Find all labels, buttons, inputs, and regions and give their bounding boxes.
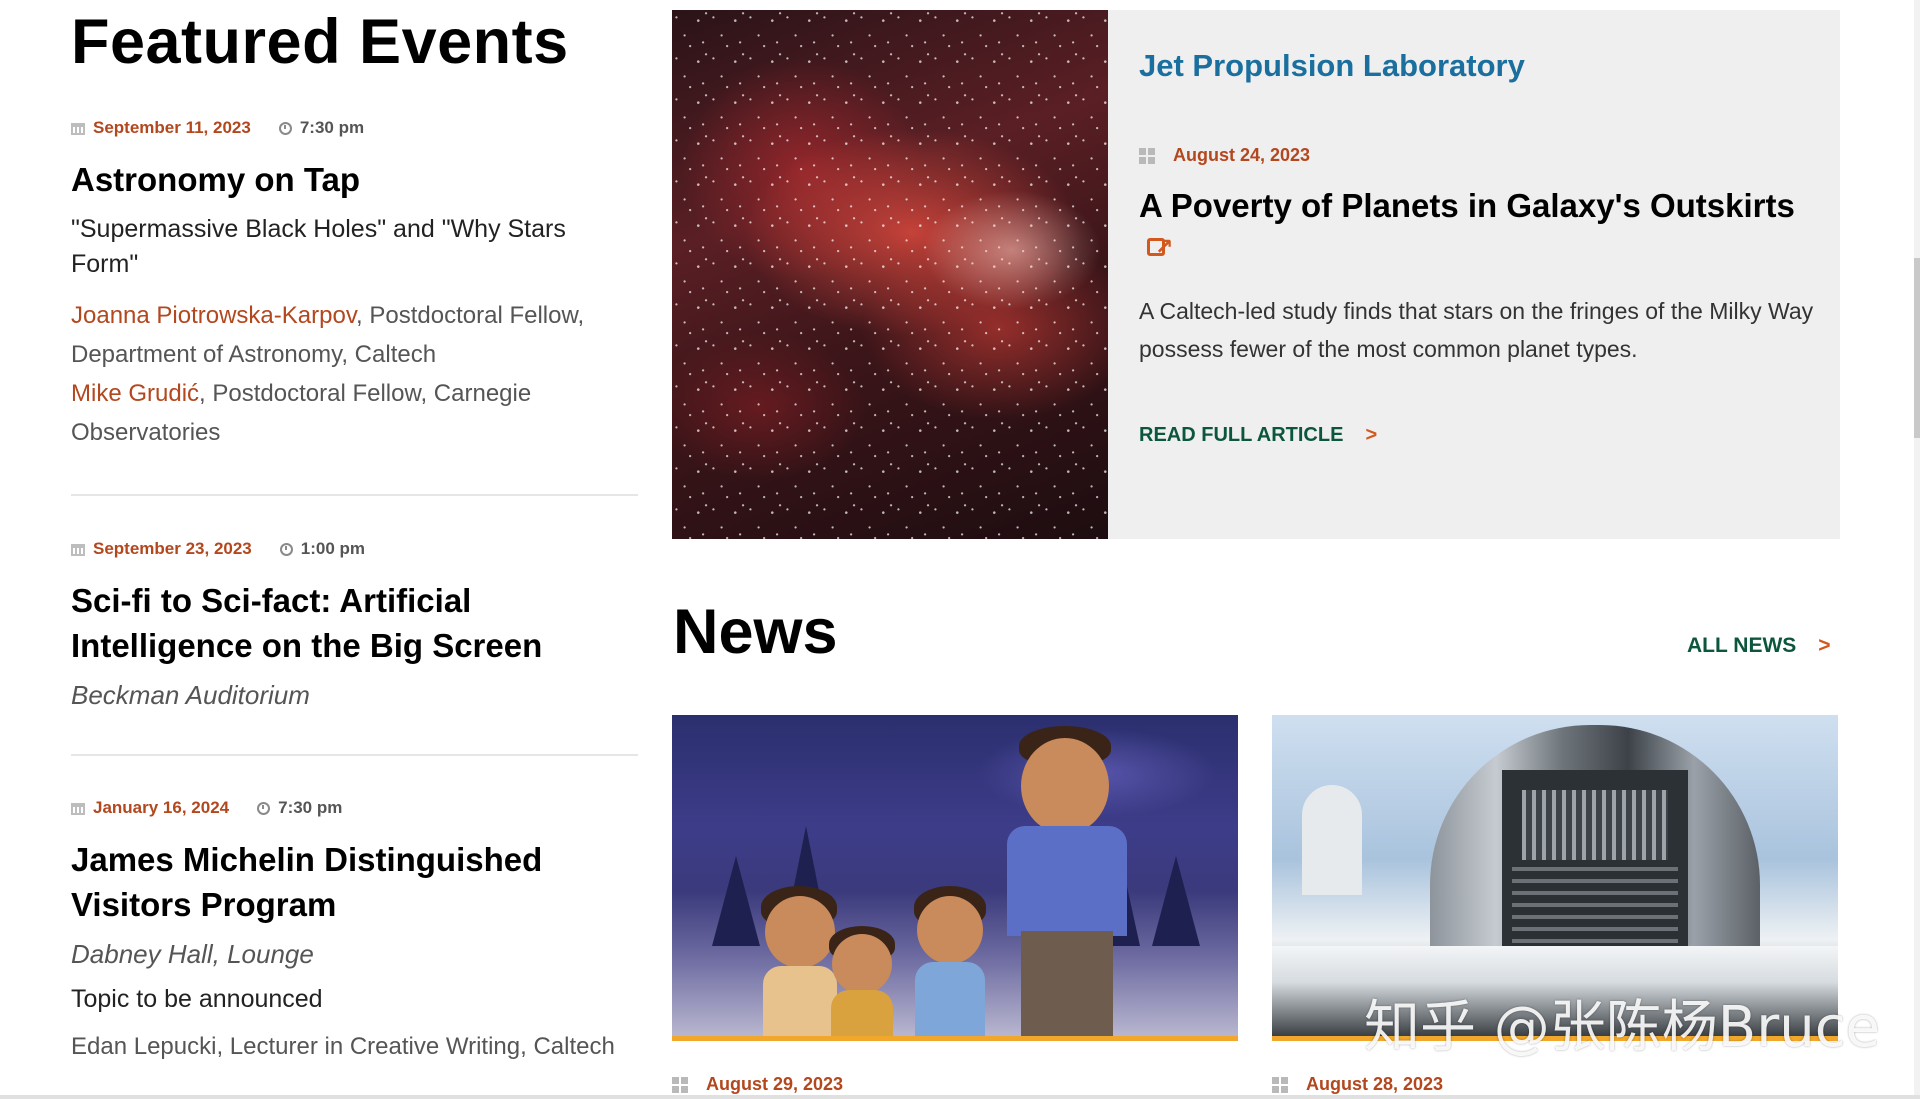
pants-shape <box>1021 931 1113 1036</box>
clock-icon <box>278 121 292 135</box>
head-shape <box>832 934 892 994</box>
news-card[interactable]: August 29, 2023 <box>672 715 1238 1095</box>
event-title[interactable]: Astronomy on Tap <box>71 157 638 202</box>
event-speaker: Edan Lepucki, Lecturer in Creative Writi… <box>71 1033 615 1060</box>
adult-figure <box>1007 726 1127 1036</box>
event-title[interactable]: James Michelin Distinguished Visitors Pr… <box>71 837 638 927</box>
jpl-source-label[interactable]: Jet Propulsion Laboratory <box>1139 48 1525 84</box>
event-title[interactable]: Sci-fi to Sci-fact: Artificial Intellige… <box>71 578 638 668</box>
jpl-description: A Caltech-led study finds that stars on … <box>1139 298 1814 362</box>
shirt-shape <box>1007 826 1127 936</box>
featured-events-heading: Featured Events <box>71 7 569 77</box>
news-meta: August 29, 2023 <box>672 1074 1238 1095</box>
calendar-icon <box>71 801 85 815</box>
event-divider <box>71 754 638 756</box>
read-more-label: READ FULL ARTICLE <box>1139 424 1344 446</box>
news-date: August 29, 2023 <box>706 1074 844 1094</box>
scrollbar-track[interactable] <box>1914 0 1920 1099</box>
tower-shape <box>1302 785 1362 895</box>
grid-icon <box>672 1076 688 1093</box>
event-item[interactable]: September 11, 2023 7:30 pm Astronomy on … <box>71 117 638 452</box>
event-location: Beckman Auditorium <box>71 680 310 710</box>
news-date: August 28, 2023 <box>1306 1074 1444 1094</box>
grid-icon <box>1272 1076 1288 1093</box>
event-date: January 16, 2024 <box>93 798 230 817</box>
event-subtitle: "Supermassive Black Holes" and "Why Star… <box>71 215 566 278</box>
event-item[interactable]: September 23, 2023 1:00 pm Sci-fi to Sci… <box>71 538 638 713</box>
tree-shape <box>1152 856 1200 946</box>
jpl-date: August 24, 2023 <box>1173 145 1311 165</box>
calendar-icon <box>71 121 85 135</box>
event-divider <box>71 494 638 496</box>
event-time: 7:30 pm <box>299 118 365 137</box>
chevron-right-icon: > <box>1365 424 1378 446</box>
calendar-icon <box>71 542 85 556</box>
news-meta: August 28, 2023 <box>1272 1074 1838 1095</box>
jpl-title-text: A Poverty of Planets in Galaxy's Outskir… <box>1139 187 1795 224</box>
event-meta: September 23, 2023 1:00 pm <box>71 538 638 560</box>
event-location: Dabney Hall, Lounge <box>71 939 314 969</box>
jpl-feature-card[interactable]: Jet Propulsion Laboratory August 24, 202… <box>672 10 1840 539</box>
shirt-shape <box>763 966 837 1036</box>
news-heading: News <box>673 597 838 667</box>
event-speaker: Mike Grudić, Postdoctoral Fellow, Carneg… <box>71 374 638 452</box>
event-speaker: Joanna Piotrowska-Karpov, Postdoctoral F… <box>71 296 638 374</box>
head-shape <box>1021 738 1109 834</box>
jpl-article-title[interactable]: A Poverty of Planets in Galaxy's Outskir… <box>1139 186 1819 267</box>
shirt-shape <box>915 962 985 1036</box>
telescope-dish <box>1522 790 1668 860</box>
telescope-structure <box>1512 865 1678 955</box>
bottom-border <box>0 1095 1920 1099</box>
event-time: 7:30 pm <box>278 798 343 817</box>
event-time: 1:00 pm <box>300 539 366 558</box>
scrollbar-thumb[interactable] <box>1914 258 1920 438</box>
event-meta: January 16, 2024 7:30 pm <box>71 797 638 819</box>
event-item[interactable]: January 16, 2024 7:30 pm James Michelin … <box>71 797 638 1066</box>
watermark: 知乎 @张陈杨Bruce <box>1364 995 1880 1060</box>
clock-icon <box>257 801 271 815</box>
tree-shape <box>712 856 760 946</box>
head-shape <box>917 896 983 964</box>
event-topic: Topic to be announced <box>71 985 323 1013</box>
speaker-link[interactable]: Joanna Piotrowska-Karpov <box>71 302 356 329</box>
milky-way-image[interactable] <box>672 10 1108 539</box>
child-figure <box>910 886 990 1036</box>
event-date: September 11, 2023 <box>93 118 251 137</box>
event-date: September 23, 2023 <box>93 539 252 558</box>
external-link-icon[interactable] <box>1147 227 1173 267</box>
event-meta: September 11, 2023 7:30 pm <box>71 117 638 139</box>
all-news-link[interactable]: ALL NEWS > <box>1687 634 1831 658</box>
all-news-label: ALL NEWS <box>1687 634 1797 657</box>
head-shape <box>765 896 835 968</box>
news-image-animation[interactable] <box>672 715 1238 1041</box>
galactic-glow <box>922 190 1102 310</box>
chevron-right-icon: > <box>1818 634 1831 657</box>
read-full-article-link[interactable]: READ FULL ARTICLE > <box>1139 424 1377 447</box>
child-figure <box>827 926 897 1036</box>
shirt-shape <box>831 990 893 1036</box>
clock-icon <box>279 542 293 556</box>
jpl-meta: August 24, 2023 <box>1139 145 1310 166</box>
grid-icon <box>1139 147 1155 164</box>
speaker-link[interactable]: Mike Grudić <box>71 380 199 407</box>
